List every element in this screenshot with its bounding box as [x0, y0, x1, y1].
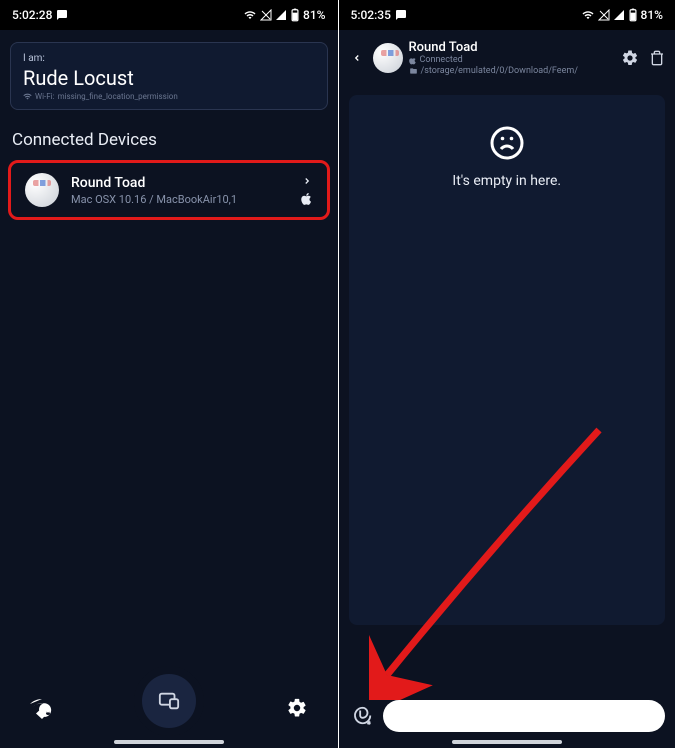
status-time: 5:02:35	[351, 8, 391, 22]
status-bar: 5:02:35 81%	[339, 0, 675, 30]
status-time: 5:02:28	[12, 8, 52, 22]
signal-no-sim-icon	[598, 9, 610, 21]
trash-icon[interactable]	[649, 49, 665, 67]
sad-face-icon	[489, 125, 525, 165]
battery-icon	[628, 8, 638, 22]
attach-button[interactable]	[349, 704, 375, 728]
message-input[interactable]	[383, 700, 666, 732]
avatar	[373, 43, 403, 73]
apple-icon	[409, 56, 417, 65]
chat-bubble-icon	[56, 9, 68, 21]
signal-icon	[275, 9, 287, 21]
empty-text: It's empty in here.	[452, 173, 561, 189]
status-battery: 81%	[641, 8, 663, 22]
signal-no-sim-icon	[260, 9, 272, 21]
settings-icon[interactable]	[286, 697, 308, 719]
conversation-name: Round Toad	[409, 40, 616, 55]
cast-devices-icon	[158, 690, 180, 712]
status-battery: 81%	[303, 8, 325, 22]
folder-icon	[409, 67, 418, 75]
device-row-round-toad[interactable]: Round Toad Mac OSX 10.16 / MacBookAir10,…	[8, 160, 330, 220]
center-fab[interactable]	[142, 674, 196, 728]
status-bar: 5:02:28 81%	[0, 0, 338, 30]
avatar	[25, 173, 59, 207]
wifi-status-icon	[243, 9, 257, 21]
apple-icon	[301, 192, 313, 206]
self-name: Rude Locust	[23, 66, 315, 90]
signal-icon	[613, 9, 625, 21]
section-title-connected-devices: Connected Devices	[12, 130, 338, 150]
battery-icon	[290, 8, 300, 22]
conversation-path: /storage/emulated/0/Download/Feem/	[409, 66, 616, 77]
wifi-settings-icon[interactable]	[30, 696, 54, 720]
device-name: Round Toad	[71, 175, 301, 191]
conversation-status: Connected	[409, 55, 616, 66]
input-bar	[339, 700, 675, 732]
wifi-status-icon	[581, 9, 595, 21]
settings-icon[interactable]	[621, 49, 639, 67]
screen-conversation: 5:02:35 81% Round Toad	[338, 0, 675, 748]
device-sub: Mac OSX 10.16 / MacBookAir10,1	[71, 193, 301, 206]
wifi-icon	[23, 92, 32, 101]
chat-bubble-icon	[395, 9, 407, 21]
conversation-header: Round Toad Connected /storage/emulated/0…	[339, 30, 675, 83]
iam-label: I am:	[23, 53, 315, 64]
wifi-status-line: Wi-Fi: missing_fine_location_permission	[23, 92, 315, 101]
identity-card[interactable]: I am: Rude Locust Wi-Fi: missing_fine_lo…	[10, 42, 328, 110]
nav-handle[interactable]	[114, 740, 224, 744]
screen-device-list: 5:02:28 81% I am: Rude Locust	[0, 0, 338, 748]
chevron-right-icon	[302, 174, 312, 188]
nav-handle[interactable]	[452, 740, 562, 744]
back-button[interactable]	[347, 50, 367, 66]
conversation-body: It's empty in here.	[349, 95, 666, 625]
